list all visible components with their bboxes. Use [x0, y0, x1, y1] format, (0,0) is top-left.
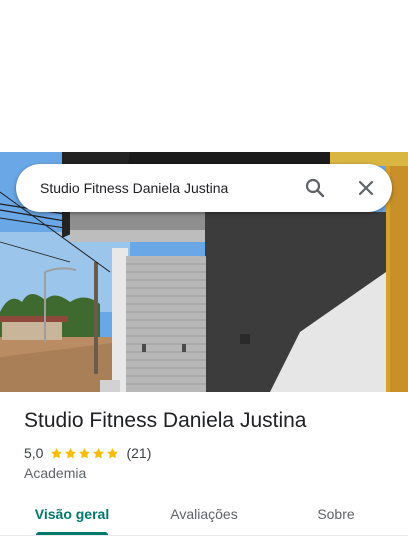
- place-category: Academia: [24, 465, 87, 481]
- tabs-divider: [0, 535, 408, 536]
- star-icon: [93, 447, 105, 458]
- star-icon: [107, 447, 119, 458]
- star-icon: [65, 447, 77, 458]
- star-icon: [79, 447, 91, 458]
- close-icon[interactable]: [354, 176, 378, 200]
- review-count[interactable]: (21): [126, 445, 151, 461]
- rating-row[interactable]: 5,0 (21): [24, 444, 151, 462]
- star-icon: [51, 447, 63, 458]
- place-title: Studio Fitness Daniela Justina: [24, 409, 307, 432]
- search-icon[interactable]: [303, 176, 327, 200]
- tab-about[interactable]: Sobre: [288, 496, 384, 532]
- rating-stars: [50, 447, 120, 460]
- place-tabs: Visão geral Avaliações Sobre: [0, 496, 408, 536]
- rating-value: 5,0: [24, 445, 44, 461]
- search-bar[interactable]: Studio Fitness Daniela Justina: [16, 164, 392, 212]
- search-input[interactable]: Studio Fitness Daniela Justina: [40, 164, 228, 212]
- tab-overview[interactable]: Visão geral: [24, 496, 120, 532]
- tab-reviews[interactable]: Avaliações: [156, 496, 252, 532]
